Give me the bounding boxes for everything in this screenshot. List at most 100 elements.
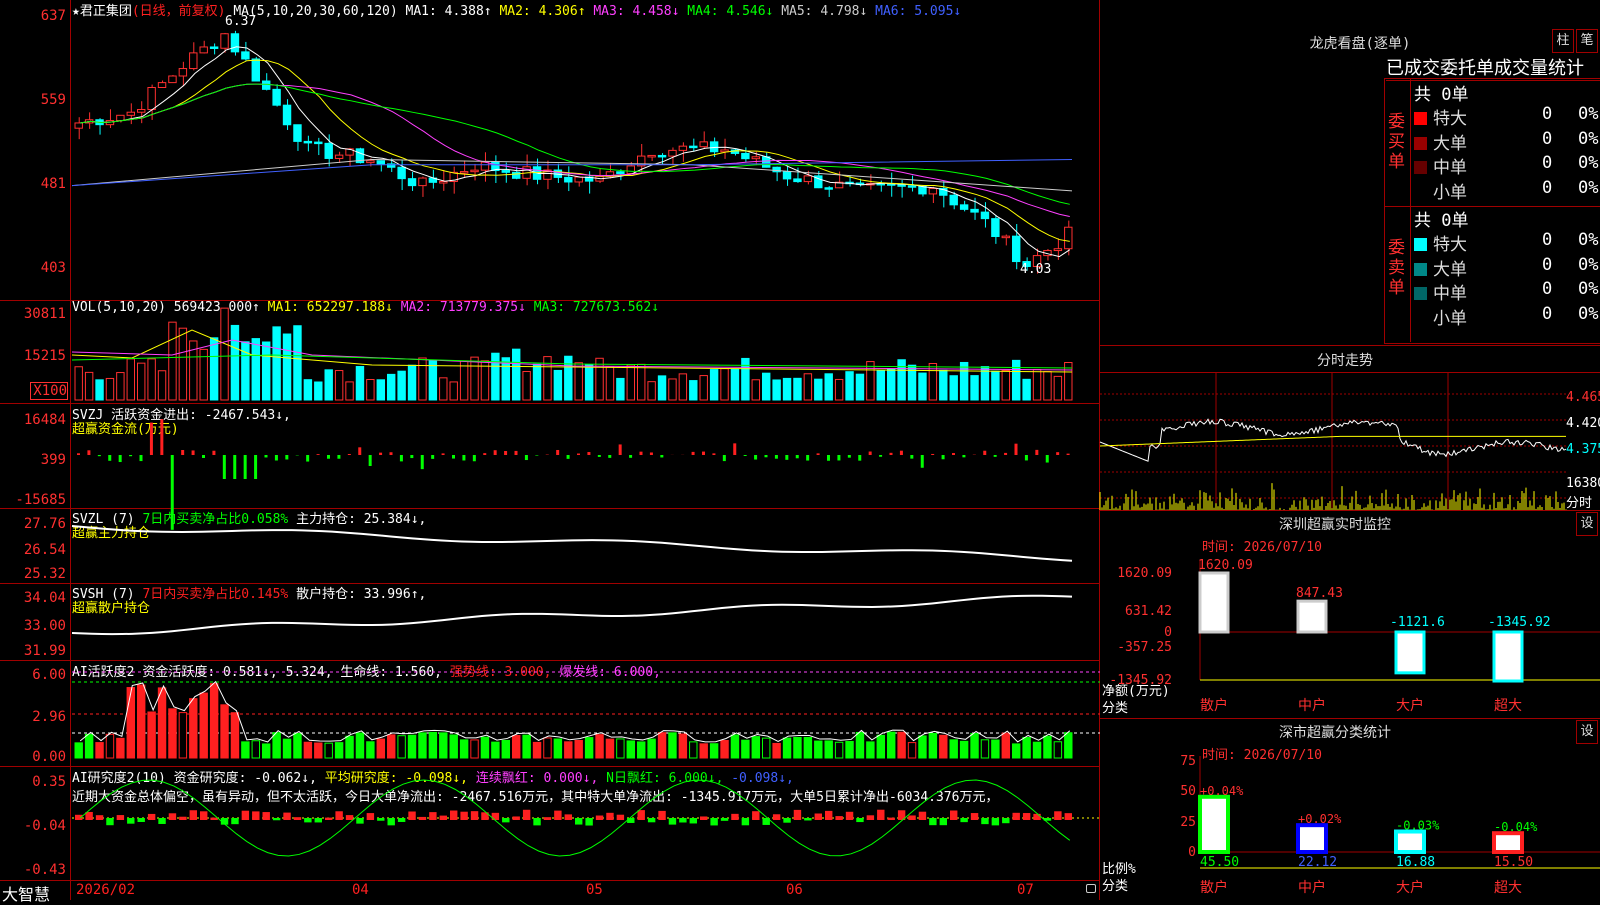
fund-flow-bar [108,455,111,461]
volume-bar [492,353,499,400]
price-axis-label-4: 403 [0,260,66,276]
price-candlestick-chart[interactable] [72,18,1100,298]
sz-ylabel-2: 分类 [1102,697,1128,716]
period-label[interactable]: (日线，前复权) [132,4,226,19]
candle [127,112,134,115]
research-bar [263,812,270,820]
svsh-axis-1: 34.04 [0,590,66,606]
lock-icon[interactable] [1086,884,1096,893]
volume-bar [867,362,874,400]
fund-flow-bar [431,455,434,459]
fl-bar [1396,832,1424,852]
candle [1013,236,1020,261]
candle [992,219,999,237]
research-bar [565,814,572,820]
volume-bar [117,373,124,400]
right-divider-1 [1100,345,1600,346]
activity-bar [158,688,165,758]
ai-research-chart[interactable] [72,766,1100,880]
fs-axis-4: 16380 [1566,476,1600,491]
color-swatch [1414,112,1427,125]
buy-row-count: 0 [1542,153,1552,173]
volume-bar [669,379,676,400]
volume-bar [75,367,82,400]
class-settings-button[interactable]: 设 [1576,720,1598,744]
candle [804,176,811,182]
intraday-price-line [1100,419,1566,461]
order-tabs[interactable]: 已成交委托单成交量统计 [1386,54,1600,81]
activity-bar [419,733,426,758]
research-bar [429,812,436,820]
fund-flow-bar [796,455,799,458]
candle [440,181,447,183]
sz-bar-value: -1345.92 [1488,615,1551,630]
candle [752,157,759,159]
fund-flow-bar [754,455,757,460]
research-bar [835,816,842,820]
svzl-line-chart[interactable] [72,508,1100,583]
buy-row-count: 0 [1542,104,1552,124]
research-bar [721,818,728,821]
buy-row-pct: 0% [1578,178,1598,198]
fund-flow-bar [379,453,382,455]
candle [679,146,686,150]
fund-flow-bar [421,455,424,469]
activity-bar [867,742,874,758]
svzj-bar-chart[interactable] [72,403,1100,508]
svsh-line-chart[interactable] [72,583,1100,660]
volume-bar [377,380,384,400]
research-bar [117,815,124,820]
fs-axis-1: 4.465 [1566,390,1600,405]
fund-flow-bar [494,450,497,455]
fund-flow-bar [869,452,872,455]
volume-bar [950,376,957,400]
fund-flow-bar [900,451,903,455]
activity-bar [346,736,353,758]
bar-mode-button[interactable]: 柱 [1552,29,1574,53]
research-bar [815,814,822,820]
activity-bar [617,739,624,758]
activity-bar [804,737,811,758]
sz-monitor-chart[interactable]: 1620.09631.420-357.25-1345.921620.09散户84… [1100,550,1600,720]
volume-bar [169,322,176,400]
ai2-axis-2: -0.04 [0,818,66,834]
activity-bar [1033,742,1040,758]
fund-flow-bar [327,455,330,459]
fs-axis-3: 4.375 [1566,442,1600,457]
volume-bar [585,365,592,400]
activity-bar [148,712,155,758]
volume-bar [794,378,801,400]
activity-bar [210,684,217,758]
activity-bar [648,739,655,758]
activity-bar [356,733,363,758]
activity-bar [460,740,467,758]
research-bar [294,817,301,820]
activity-bar [544,738,551,758]
tick-mode-button[interactable]: 笔 [1576,29,1598,53]
sz-category: 散户 [1200,697,1228,714]
sz-class-chart[interactable]: 7550250+0.04%45.50散户+0.02%22.12中户-0.03%1… [1100,756,1600,900]
volume-bar [85,372,92,400]
research-bar [513,816,520,820]
volume-bar [731,369,738,400]
research-bar [575,818,582,825]
fund-flow-bar [765,455,768,457]
volume-bar-chart[interactable] [72,300,1100,403]
fund-flow-bar [744,455,747,456]
candle [950,195,957,205]
fund-flow-bar [400,455,403,461]
volume-bar [679,374,686,400]
intraday-chart[interactable] [1100,372,1566,510]
fund-flow-bar [556,450,559,455]
buy-row-count: 0 [1542,129,1552,149]
fl-bar [1494,833,1522,852]
ai-activity-chart[interactable] [72,660,1100,766]
fl-bar-pct: +0.04% [1200,784,1244,798]
research-bar [690,818,697,823]
right-divider-4 [1100,718,1600,719]
sz-settings-button[interactable]: 设 [1576,512,1598,536]
candle [377,161,384,164]
activity-bar [856,732,863,758]
research-bar [127,818,134,824]
sell-row-count: 0 [1542,255,1552,275]
